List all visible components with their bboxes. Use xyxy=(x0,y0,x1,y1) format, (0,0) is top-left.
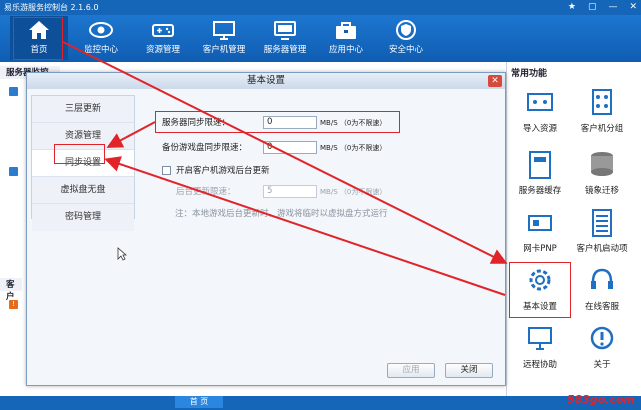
backup-sync-unit: MB/S （0为不限速） xyxy=(320,144,387,152)
mouse-cursor-icon xyxy=(117,247,128,264)
toolbar-security[interactable]: 安全中心 xyxy=(377,16,435,60)
nic-pnp-button[interactable]: 网卡PNP xyxy=(511,206,569,255)
cache-icon xyxy=(511,148,569,186)
toolbar-monitor[interactable]: 监控中心 xyxy=(72,16,130,60)
server-status-icon xyxy=(9,87,18,96)
bg-update-label: 后台更新限速： xyxy=(176,187,236,197)
toolbar-apps[interactable]: 应用中心 xyxy=(317,16,375,60)
right-panel: 常用功能 导入资源 客户机分组 服务器缓存 镜象迁移 网卡PNP 客户机启动项 … xyxy=(506,62,641,402)
bg-update-checkbox[interactable] xyxy=(162,166,171,175)
bg-update-checkbox-label: 开启客户机游戏后台更新 xyxy=(176,166,270,176)
image-migrate-button[interactable]: 镜象迁移 xyxy=(573,148,631,197)
section-clients: 客户 xyxy=(0,278,22,302)
client-group-button[interactable]: 客户机分组 xyxy=(573,86,631,135)
sync-settings-panel: 服务器同步限速： 0 MB/S （0为不限速） 备份游戏盘同步限速： 0 MB/… xyxy=(139,95,501,381)
group-icon xyxy=(573,86,631,124)
client-startup-button[interactable]: 客户机启动项 xyxy=(573,206,631,255)
nic-icon xyxy=(511,206,569,244)
monitor-icon xyxy=(195,16,253,44)
highlight-home xyxy=(13,17,63,60)
remote-icon xyxy=(511,322,569,360)
apply-button[interactable]: 应用 xyxy=(387,363,435,378)
info-icon xyxy=(573,322,631,360)
nav-item-virtual-disk[interactable]: 虚拟盘无盘 xyxy=(32,177,134,204)
startup-icon xyxy=(573,206,631,244)
toolbar-servers[interactable]: 服务器管理 xyxy=(256,16,314,60)
minimize-button[interactable]: — xyxy=(608,0,617,15)
dialog-close-icon[interactable]: ✕ xyxy=(488,75,502,87)
main-toolbar: 首页 监控中心 资源管理 客户机管理 服务器管理 应用中心 安全中心 xyxy=(0,15,641,62)
close-button[interactable]: 关闭 xyxy=(445,363,493,378)
dialog-title: 基本设置 xyxy=(27,73,505,89)
highlight-server-sync xyxy=(155,111,400,133)
bg-update-note: 注：本地游戏后台更新时，游戏将临时以虚拟盘方式运行 xyxy=(175,209,388,219)
toolbar-clients[interactable]: 客户机管理 xyxy=(195,16,253,60)
gamepad-icon xyxy=(134,16,192,44)
skin-button[interactable]: ★ xyxy=(568,0,576,15)
disk-icon xyxy=(573,148,631,186)
headset-icon xyxy=(573,264,631,302)
bg-update-row: 后台更新限速： 5 MB/S （0为不限速） xyxy=(176,185,386,199)
backup-sync-input[interactable]: 0 xyxy=(263,141,317,154)
backup-sync-label: 备份游戏盘同步限速： xyxy=(162,143,248,153)
server-status-icon-2 xyxy=(9,167,18,176)
window-title: 易乐游服务控制台 2.1.6.0 xyxy=(4,3,99,12)
toolbox-icon xyxy=(317,16,375,44)
close-window-button[interactable]: ✕ xyxy=(629,0,637,15)
highlight-sync-settings xyxy=(54,144,105,164)
maximize-button[interactable]: ▢ xyxy=(588,0,597,15)
eye-icon xyxy=(72,16,130,44)
import-icon xyxy=(511,86,569,124)
watermark: 583go.com xyxy=(566,393,635,406)
nav-item-password[interactable]: 密码管理 xyxy=(32,204,134,231)
online-support-button[interactable]: 在线客服 xyxy=(573,264,631,313)
about-button[interactable]: 关于 xyxy=(573,322,631,371)
remote-assist-button[interactable]: 远程协助 xyxy=(511,322,569,371)
window-controls: ★ ▢ — ✕ xyxy=(568,0,637,15)
warning-icon: ! xyxy=(9,300,18,309)
shield-icon xyxy=(377,16,435,44)
import-resources-button[interactable]: 导入资源 xyxy=(511,86,569,135)
bg-update-input[interactable]: 5 xyxy=(263,185,317,198)
backup-sync-row: 备份游戏盘同步限速： 0 MB/S （0为不限速） xyxy=(162,141,386,155)
title-bar: 易乐游服务控制台 2.1.6.0 ★ ▢ — ✕ xyxy=(0,0,641,15)
bg-update-unit: MB/S （0为不限速） xyxy=(320,188,387,196)
server-icon xyxy=(256,16,314,44)
bottom-home-tab[interactable]: 首 页 xyxy=(175,396,223,408)
server-cache-button[interactable]: 服务器缓存 xyxy=(511,148,569,197)
nav-item-layer3-update[interactable]: 三层更新 xyxy=(32,96,134,123)
status-bar xyxy=(0,396,641,410)
common-functions-title: 常用功能 xyxy=(511,69,548,79)
toolbar-resources[interactable]: 资源管理 xyxy=(134,16,192,60)
highlight-basic-settings xyxy=(509,262,571,318)
